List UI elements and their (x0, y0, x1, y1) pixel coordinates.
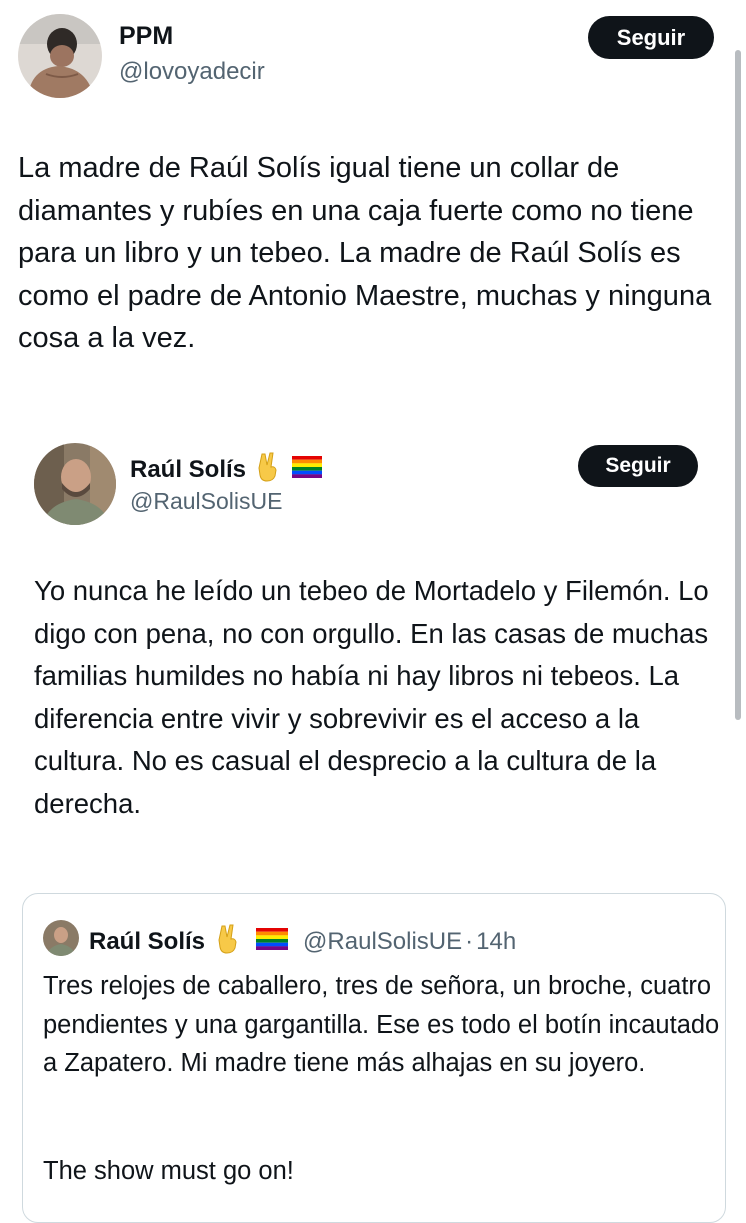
quoted-author-name[interactable]: Raúl Solís (130, 452, 323, 489)
quoted-author-handle[interactable]: @RaulSolisUE (130, 488, 282, 515)
nested-quote-author-name[interactable]: Raúl Solís (89, 928, 205, 955)
nested-quote-text: Tres relojes de caballero, tres de señor… (43, 972, 720, 1077)
author-name[interactable]: PPM (119, 22, 173, 51)
avatar-raul-solis[interactable] (34, 443, 116, 525)
victory-hand-icon (256, 452, 282, 489)
avatar-ppm[interactable] (18, 14, 102, 98)
nested-quote-handle[interactable]: @RaulSolisUE (303, 928, 462, 955)
follow-button[interactable]: Seguir (588, 16, 714, 59)
rainbow-flag-icon (256, 928, 289, 957)
author-handle[interactable]: @lovoyadecir (119, 58, 265, 86)
nested-quote-header: Raúl Solís @RaulSolisUE · 14h (89, 924, 516, 961)
victory-hand-icon (216, 924, 242, 961)
nested-quote-separator: · (465, 927, 474, 955)
quoted-follow-button[interactable]: Seguir (578, 445, 698, 487)
quoted-tweet-text: Yo nunca he leído un tebeo de Mortadelo … (34, 575, 709, 819)
scrollbar[interactable] (735, 50, 741, 720)
rainbow-flag-icon (292, 456, 323, 485)
nested-quote-time[interactable]: 14h (476, 928, 516, 955)
tweet-text: La madre de Raúl Solís igual tiene un co… (18, 152, 712, 354)
nested-quote-avatar[interactable] (43, 920, 79, 956)
quoted-author-name-text: Raúl Solís (130, 455, 247, 483)
nested-quote-text-2: The show must go on! (43, 1157, 294, 1185)
